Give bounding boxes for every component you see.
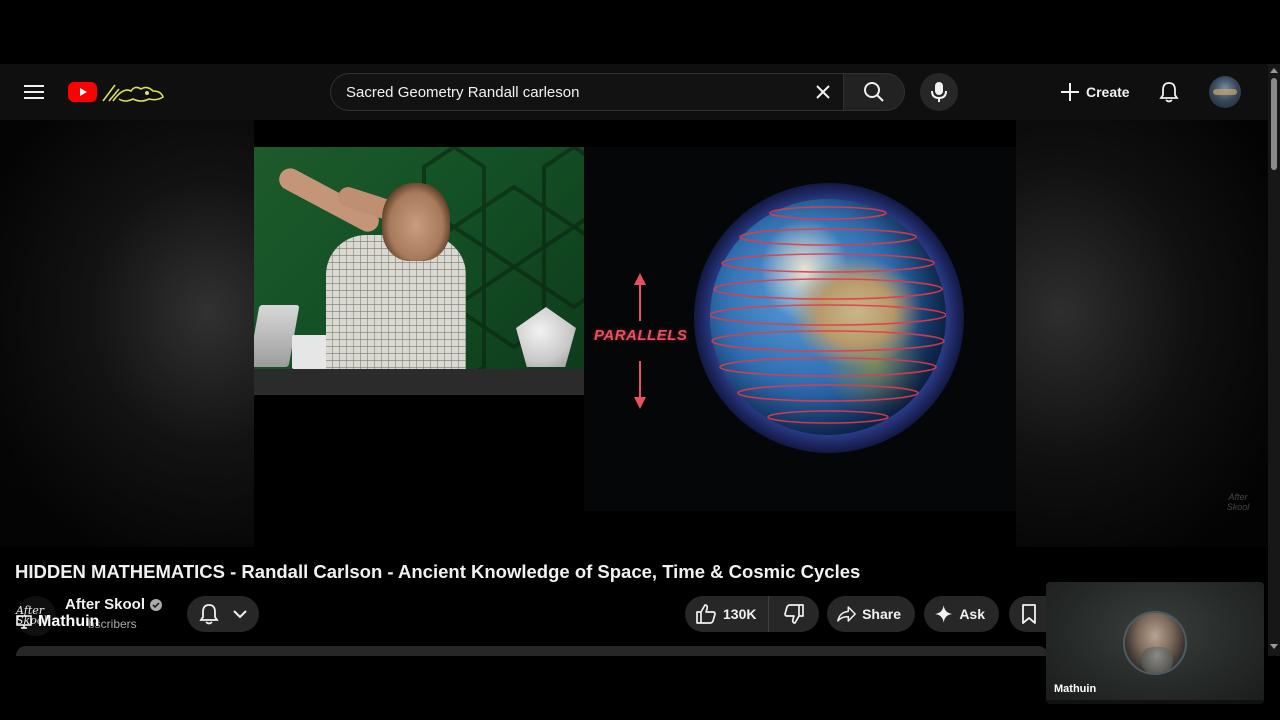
plus-icon bbox=[1061, 83, 1079, 101]
search-input[interactable] bbox=[331, 74, 803, 110]
like-dislike-group: 130K bbox=[685, 596, 819, 632]
webcam-overlay: Mathuin bbox=[1046, 582, 1264, 704]
webcam-avatar bbox=[1123, 611, 1187, 675]
channel-name[interactable]: After Skool bbox=[65, 596, 163, 613]
scroll-up-arrow[interactable] bbox=[1270, 68, 1278, 73]
monitor-icon bbox=[16, 615, 32, 629]
menu-icon bbox=[24, 85, 44, 99]
ask-button[interactable]: Ask bbox=[924, 596, 999, 632]
overlay-user-name: Mathuin bbox=[38, 613, 100, 630]
scroll-down-arrow[interactable] bbox=[1270, 644, 1278, 649]
sparkle-icon bbox=[934, 605, 953, 623]
description-box[interactable] bbox=[16, 646, 1048, 656]
account-avatar[interactable] bbox=[1209, 76, 1241, 108]
doodle-logo-icon bbox=[102, 84, 164, 102]
youtube-logo-icon bbox=[68, 82, 97, 102]
like-button[interactable]: 130K bbox=[685, 596, 769, 632]
verified-icon bbox=[150, 598, 163, 611]
create-label: Create bbox=[1086, 84, 1130, 100]
clear-search-button[interactable] bbox=[803, 73, 843, 111]
save-icon bbox=[1022, 604, 1036, 624]
bell-icon bbox=[1159, 82, 1179, 103]
webcam-bottom-bar bbox=[1046, 700, 1264, 704]
arrow-down-icon bbox=[634, 361, 646, 409]
browser-top-band bbox=[0, 0, 1280, 64]
video-player[interactable]: PARALLELS After Skool bbox=[0, 120, 1268, 547]
save-button[interactable] bbox=[1009, 596, 1049, 632]
video-title: HIDDEN MATHEMATICS - Randall Carlson - A… bbox=[15, 561, 861, 582]
page-scrollbar[interactable] bbox=[1268, 64, 1280, 656]
masthead: Create bbox=[0, 64, 1268, 120]
subscribed-button[interactable] bbox=[187, 596, 259, 632]
bell-subscribe-icon bbox=[199, 604, 219, 625]
notifications-button[interactable] bbox=[1154, 77, 1184, 107]
create-button[interactable]: Create bbox=[1054, 76, 1136, 108]
webcam-name: Mathuin bbox=[1054, 683, 1097, 695]
dislike-button[interactable] bbox=[769, 596, 819, 632]
ambient-glow-left bbox=[0, 120, 260, 547]
chevron-down-icon bbox=[233, 610, 247, 619]
menu-button[interactable] bbox=[20, 78, 48, 106]
search-button[interactable] bbox=[843, 73, 905, 111]
youtube-logo[interactable] bbox=[68, 79, 168, 105]
arrow-up-icon bbox=[634, 273, 646, 321]
search-icon bbox=[864, 82, 884, 102]
parallels-lines bbox=[710, 206, 946, 424]
share-label: Share bbox=[862, 606, 901, 622]
like-count: 130K bbox=[723, 606, 757, 622]
video-frame: PARALLELS bbox=[254, 120, 1016, 547]
dislike-icon bbox=[784, 604, 804, 624]
like-icon bbox=[696, 604, 716, 624]
screen-share-overlay: Mathuin bbox=[16, 613, 99, 631]
desk bbox=[254, 369, 584, 395]
search-box bbox=[330, 73, 843, 111]
mic-icon bbox=[931, 82, 947, 102]
share-button[interactable]: Share bbox=[827, 596, 915, 632]
share-icon bbox=[837, 606, 856, 622]
speaker-head bbox=[382, 183, 450, 261]
globe-graphic: PARALLELS bbox=[584, 147, 1016, 511]
scroll-thumb[interactable] bbox=[1271, 78, 1277, 170]
clear-icon bbox=[816, 85, 830, 99]
speaker-inset bbox=[254, 147, 584, 395]
parallels-label: PARALLELS bbox=[594, 327, 688, 344]
ambient-glow-right bbox=[1010, 120, 1268, 547]
channel-name-label: After Skool bbox=[65, 596, 146, 613]
channel-watermark: After Skool bbox=[1226, 492, 1250, 512]
voice-search-button[interactable] bbox=[920, 73, 958, 111]
ask-label: Ask bbox=[959, 606, 985, 622]
